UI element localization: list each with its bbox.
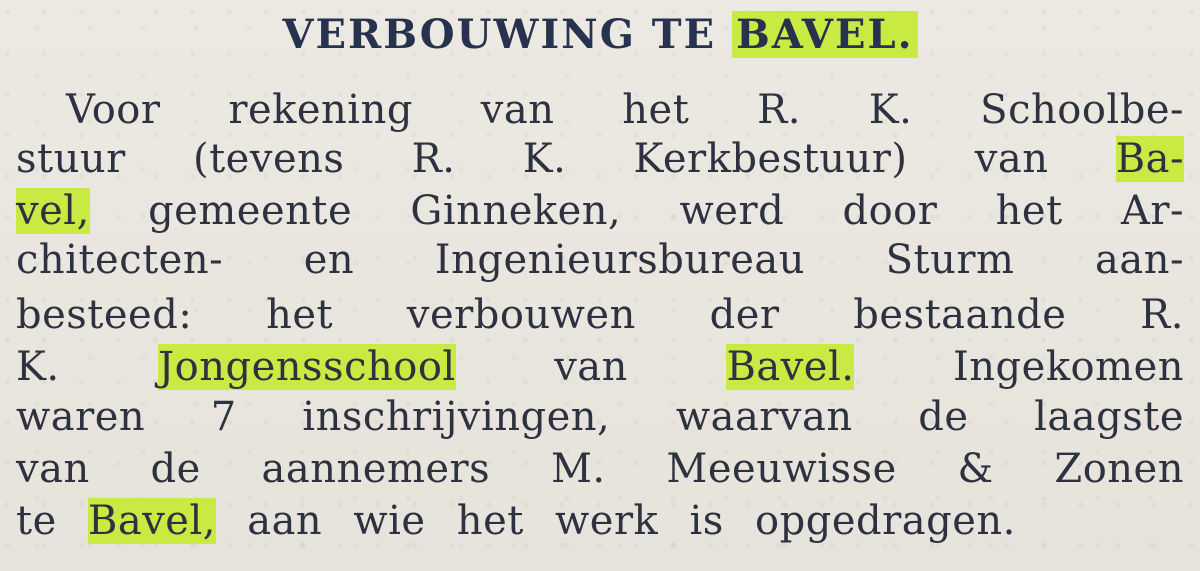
highlight-bavel-last: Bavel,	[87, 498, 216, 544]
highlight-jongensschool: Jongensschool	[158, 344, 456, 390]
line-text: stuur (tevens R. K. Kerkbestuur) van	[16, 136, 1116, 182]
line-text: gemeente Ginneken, werd door het Ar-	[89, 188, 1184, 234]
line-text: K.	[16, 344, 159, 390]
line-text: waren 7 inschrijvingen, waarvan de laags…	[16, 394, 1184, 440]
highlight-bavel: Bavel.	[726, 344, 855, 390]
line-text: te	[16, 498, 88, 544]
article-line-1: Voor rekening van het R. K. Schoolbe-	[66, 84, 1184, 136]
article-line-3: vel, gemeente Ginneken, werd door het Ar…	[16, 185, 1184, 237]
highlight-vel: vel,	[16, 188, 90, 234]
line-text: Ingekomen	[854, 344, 1184, 390]
article-headline: VERBOUWING TE BAVEL.	[0, 4, 1200, 66]
line-text: aan wie het werk is opgedragen.	[216, 498, 1016, 544]
article-line-7: waren 7 inschrijvingen, waarvan de laags…	[16, 391, 1184, 443]
line-text: van de aannemers M. Meeuwisse & Zonen	[16, 446, 1184, 492]
line-text: Voor rekening van het R. K. Schoolbe-	[66, 87, 1184, 133]
line-text: besteed: het verbouwen der bestaande R.	[16, 292, 1184, 338]
article-line-9: te Bavel, aan wie het werk is opgedragen…	[16, 495, 1184, 547]
headline-text: VERBOUWING TE	[282, 11, 732, 58]
article-line-8: van de aannemers M. Meeuwisse & Zonen	[16, 443, 1184, 495]
article-line-6: K. Jongensschool van Bavel. Ingekomen	[16, 341, 1184, 393]
line-text: van	[455, 344, 727, 390]
line-text: chitecten- en Ingenieursbureau Sturm aan…	[16, 237, 1184, 283]
headline-highlight-bavel: BAVEL.	[732, 11, 918, 58]
article-line-4: chitecten- en Ingenieursbureau Sturm aan…	[16, 234, 1184, 286]
highlight-ba: Ba-	[1115, 136, 1184, 182]
newspaper-clipping: VERBOUWING TE BAVEL. Voor rekening van h…	[0, 0, 1200, 571]
article-line-2: stuur (tevens R. K. Kerkbestuur) van Ba-	[16, 133, 1184, 185]
article-line-5: besteed: het verbouwen der bestaande R.	[16, 289, 1184, 341]
